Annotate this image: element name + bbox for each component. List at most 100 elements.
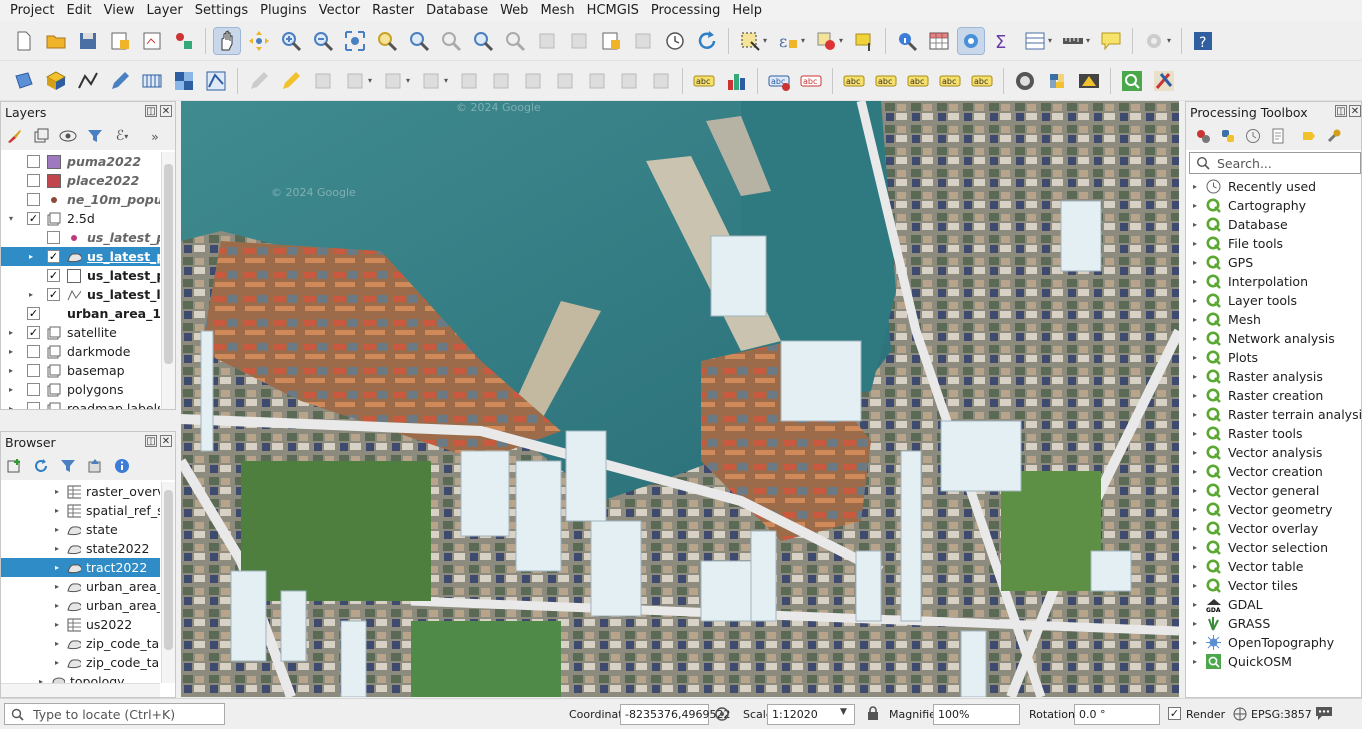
quickosm-icon[interactable] [1119, 68, 1145, 94]
save-edits-icon[interactable] [310, 68, 336, 94]
lock-scale-icon[interactable] [867, 706, 879, 724]
identify-features-icon[interactable] [894, 28, 920, 54]
toolbox-group[interactable]: ▸ Raster creation [1186, 386, 1361, 405]
browser-item[interactable]: ▸ us2022 [1, 615, 160, 634]
toolbox-group[interactable]: ▸ Vector analysis [1186, 443, 1361, 462]
dropdown-arrow-icon[interactable]: ▾ [839, 36, 848, 45]
new-virtual-layer-icon[interactable] [75, 68, 101, 94]
close-panel-icon[interactable]: ✕ [1349, 105, 1361, 117]
expand-right-icon[interactable]: ▸ [1186, 619, 1204, 628]
expand-right-icon[interactable]: ▸ [1186, 391, 1204, 400]
menu-database[interactable]: Database [420, 0, 494, 21]
menu-raster[interactable]: Raster [366, 0, 420, 21]
expand-right-icon[interactable]: ▸ [1186, 467, 1204, 476]
expand-right-icon[interactable]: ▸ [26, 252, 36, 261]
browser-item[interactable]: ▸ zip_code_tab [1, 653, 160, 672]
save-as-icon[interactable] [107, 28, 133, 54]
python-scripts-icon[interactable] [1219, 127, 1237, 145]
new-mesh-layer-icon[interactable] [139, 68, 165, 94]
mask-icon[interactable] [1012, 68, 1038, 94]
expand-right-icon[interactable]: ▸ [1186, 600, 1204, 609]
filter-icon[interactable] [86, 127, 104, 145]
style-brush-icon[interactable] [5, 127, 23, 145]
coordinate-field[interactable]: -8235376,4969522 [620, 704, 730, 725]
help-icon[interactable]: ? [1190, 28, 1216, 54]
expand-right-icon[interactable]: ▸ [52, 544, 62, 553]
toolbox-group[interactable]: ▸ Layer tools [1186, 291, 1361, 310]
new-shapefile-layer-icon[interactable] [11, 68, 37, 94]
refresh-icon[interactable] [32, 457, 50, 475]
layer-visibility-checkbox[interactable]: ✓ [47, 250, 60, 263]
add-vector-tile-icon[interactable] [203, 68, 229, 94]
expand-right-icon[interactable]: ▸ [1186, 334, 1204, 343]
browser-item[interactable]: ▸ raster_overv [1, 482, 160, 501]
zoom-full-icon[interactable] [342, 28, 368, 54]
browser-item[interactable]: ▸ state2022 [1, 539, 160, 558]
layer-visibility-checkbox[interactable] [27, 174, 40, 187]
layer-visibility-checkbox[interactable] [47, 231, 60, 244]
toolbox-group[interactable]: ▸ QuickOSM [1186, 652, 1361, 671]
zoom-to-selection-icon[interactable] [374, 28, 400, 54]
open-table-icon[interactable] [1022, 28, 1048, 54]
float-panel-icon[interactable]: ◫ [1335, 105, 1347, 117]
open-project-icon[interactable] [43, 28, 69, 54]
redo-icon[interactable] [648, 68, 674, 94]
menu-layer[interactable]: Layer [141, 0, 189, 21]
expand-right-icon[interactable]: ▸ [1186, 543, 1204, 552]
pan-to-selection-icon[interactable] [246, 28, 272, 54]
crs-globe-icon[interactable] [1233, 707, 1247, 724]
info-icon[interactable] [113, 457, 131, 475]
menu-web[interactable]: Web [494, 0, 534, 21]
layer-item[interactable]: ▸ roadmap labels [1, 399, 160, 409]
toolbox-group[interactable]: ▸ Raster terrain analysis [1186, 405, 1362, 424]
layer-item[interactable]: ▸ ✓ us_latest_lin [1, 285, 160, 304]
toolbox-group[interactable]: ▸ Raster tools [1186, 424, 1361, 443]
float-panel-icon[interactable]: ◫ [145, 435, 157, 447]
expand-right-icon[interactable]: ▸ [52, 563, 62, 572]
menu-project[interactable]: Project [4, 0, 60, 21]
menu-vector[interactable]: Vector [313, 0, 366, 21]
layer-visibility-checkbox[interactable]: ✓ [47, 288, 60, 301]
expand-right-icon[interactable]: ▸ [1186, 372, 1204, 381]
expand-right-icon[interactable]: ▸ [1186, 562, 1204, 571]
browser-horizontal-scrollbar[interactable] [1, 683, 160, 697]
toolbox-group[interactable]: ▸ Vector general [1186, 481, 1361, 500]
messages-icon[interactable] [1315, 705, 1333, 724]
add-raster-layer-icon[interactable] [171, 68, 197, 94]
expand-right-icon[interactable]: ▸ [1186, 505, 1204, 514]
expand-right-icon[interactable]: ▸ [52, 506, 62, 515]
add-group-icon[interactable] [32, 127, 50, 145]
undo-icon[interactable] [616, 68, 642, 94]
browser-item[interactable]: ▸ state [1, 520, 160, 539]
visibility-eye-icon[interactable] [59, 127, 77, 145]
dropdown-arrow-icon[interactable]: ▾ [763, 36, 772, 45]
dropdown-arrow-icon[interactable]: ▾ [1086, 36, 1095, 45]
expand-right-icon[interactable]: ▸ [1186, 201, 1204, 210]
add-selected-layers-icon[interactable] [5, 457, 23, 475]
map-canvas[interactable]: © 2024 Google © 2024 Google [181, 101, 1179, 697]
toolbox-group[interactable]: ▸ Vector tiles [1186, 576, 1361, 595]
expand-right-icon[interactable]: ▸ [1186, 657, 1204, 666]
layer-item[interactable]: us_latest_poi [1, 228, 160, 247]
label-move-icon[interactable]: abc [905, 68, 931, 94]
dropdown-arrow-icon[interactable]: ▾ [1048, 36, 1057, 45]
expand-right-icon[interactable]: ▸ [1186, 486, 1204, 495]
expand-right-icon[interactable]: ▸ [1186, 524, 1204, 533]
layer-visibility-checkbox[interactable]: ✓ [47, 269, 60, 282]
zoom-next-icon[interactable] [502, 28, 528, 54]
deselect-icon[interactable] [813, 28, 839, 54]
scale-dropdown-icon[interactable]: ▼ [840, 707, 847, 717]
layer-visibility-checkbox[interactable] [27, 402, 40, 409]
map-tips-icon[interactable] [1098, 28, 1124, 54]
zoom-to-layer-icon[interactable] [406, 28, 432, 54]
expand-right-icon[interactable]: ▸ [1186, 182, 1204, 191]
show-bookmarks-icon[interactable] [630, 28, 656, 54]
select-by-expression-icon[interactable]: ε [775, 28, 801, 54]
toggle-extents-icon[interactable] [714, 706, 730, 725]
expand-right-icon[interactable]: ▸ [1186, 315, 1204, 324]
layer-item[interactable]: puma2022 [1, 152, 160, 171]
dropdown-arrow-icon[interactable]: ▾ [406, 76, 415, 85]
layer-item[interactable]: ▸ polygons [1, 380, 160, 399]
select-by-location-icon[interactable] [851, 28, 877, 54]
hcmgis-icon[interactable] [1151, 68, 1177, 94]
